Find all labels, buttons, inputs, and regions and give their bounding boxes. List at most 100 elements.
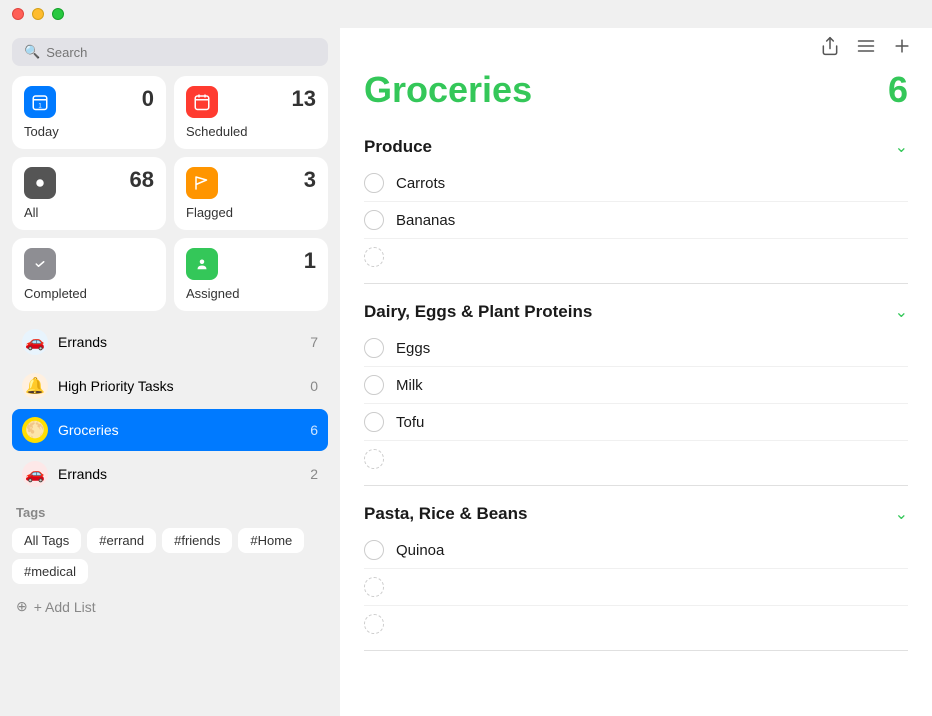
add-list-icon: ⊕ — [16, 598, 28, 615]
group-produce: Produce ⌄ Carrots Bananas — [364, 127, 908, 284]
pasta-empty2-checkbox[interactable] — [364, 614, 384, 634]
errands1-name: Errands — [58, 334, 300, 350]
tags-section: Tags All Tags #errand #friends #Home #me… — [12, 505, 328, 584]
page-item-count: 6 — [888, 69, 908, 111]
today-label: Today — [24, 124, 59, 139]
milk-label: Milk — [396, 377, 423, 394]
bananas-checkbox[interactable] — [364, 210, 384, 230]
task-tofu: Tofu — [364, 404, 908, 441]
today-count: 0 — [142, 86, 154, 112]
tag-errand[interactable]: #errand — [87, 528, 156, 553]
errands1-count: 7 — [310, 334, 318, 350]
groceries-icon: 🌕 — [22, 417, 48, 443]
quinoa-checkbox[interactable] — [364, 540, 384, 560]
groceries-name: Groceries — [58, 422, 300, 438]
all-label: All — [24, 205, 38, 220]
pasta-chevron-icon: ⌄ — [895, 504, 908, 524]
close-button[interactable] — [12, 8, 24, 20]
tofu-checkbox[interactable] — [364, 412, 384, 432]
all-count: 68 — [130, 167, 154, 193]
task-pasta-empty1 — [364, 569, 908, 606]
scheduled-label: Scheduled — [186, 124, 247, 139]
eggs-checkbox[interactable] — [364, 338, 384, 358]
groceries-count: 6 — [310, 422, 318, 438]
list-item-groceries[interactable]: 🌕 Groceries 6 — [12, 409, 328, 451]
smart-list-assigned[interactable]: 1 Assigned — [174, 238, 328, 311]
smart-list-flagged[interactable]: 3 Flagged — [174, 157, 328, 230]
minimize-button[interactable] — [32, 8, 44, 20]
pasta-empty1-checkbox[interactable] — [364, 577, 384, 597]
task-quinoa: Quinoa — [364, 532, 908, 569]
main-layout: 🔍 0 1 Today 13 Scheduled — [0, 28, 932, 716]
dairy-chevron-icon: ⌄ — [895, 302, 908, 322]
flagged-icon — [186, 167, 218, 199]
task-dairy-empty — [364, 441, 908, 477]
list-item-high-priority[interactable]: 🔔 High Priority Tasks 0 — [12, 365, 328, 407]
list-item-errands1[interactable]: 🚗 Errands 7 — [12, 321, 328, 363]
tag-friends[interactable]: #friends — [162, 528, 232, 553]
dairy-empty-checkbox[interactable] — [364, 449, 384, 469]
task-carrots: Carrots — [364, 165, 908, 202]
produce-chevron-icon: ⌄ — [895, 137, 908, 157]
scheduled-count: 13 — [292, 86, 316, 112]
tofu-label: Tofu — [396, 414, 424, 431]
carrots-checkbox[interactable] — [364, 173, 384, 193]
scheduled-icon — [186, 86, 218, 118]
eggs-label: Eggs — [396, 340, 430, 357]
smart-list-today[interactable]: 0 1 Today — [12, 76, 166, 149]
completed-icon — [24, 248, 56, 280]
quinoa-label: Quinoa — [396, 542, 444, 559]
task-eggs: Eggs — [364, 330, 908, 367]
maximize-button[interactable] — [52, 8, 64, 20]
group-dairy-title: Dairy, Eggs & Plant Proteins — [364, 302, 592, 322]
all-icon — [24, 167, 56, 199]
high-priority-name: High Priority Tasks — [58, 378, 300, 394]
add-task-icon[interactable] — [892, 36, 912, 61]
errands2-name: Errands — [58, 466, 300, 482]
assigned-count: 1 — [304, 248, 316, 274]
smart-list-completed[interactable]: Completed — [12, 238, 166, 311]
tag-home[interactable]: #Home — [238, 528, 304, 553]
title-bar — [0, 0, 932, 28]
tags-label: Tags — [12, 505, 328, 520]
add-list-button[interactable]: ⊕ + Add List — [12, 594, 328, 619]
carrots-label: Carrots — [396, 175, 445, 192]
assigned-label: Assigned — [186, 286, 239, 301]
smart-list-all[interactable]: 68 All — [12, 157, 166, 230]
toolbar — [340, 28, 932, 69]
high-priority-count: 0 — [310, 378, 318, 394]
flagged-count: 3 — [304, 167, 316, 193]
group-pasta-header[interactable]: Pasta, Rice & Beans ⌄ — [364, 494, 908, 532]
high-priority-icon: 🔔 — [22, 373, 48, 399]
tag-all-tags[interactable]: All Tags — [12, 528, 81, 553]
errands2-icon: 🚗 — [22, 461, 48, 487]
errands2-count: 2 — [310, 466, 318, 482]
task-bananas: Bananas — [364, 202, 908, 239]
smart-list-scheduled[interactable]: 13 Scheduled — [174, 76, 328, 149]
group-pasta-title: Pasta, Rice & Beans — [364, 504, 527, 524]
errands1-icon: 🚗 — [22, 329, 48, 355]
content-scroll: Groceries 6 Produce ⌄ Carrots Bananas — [340, 69, 932, 716]
smart-lists-grid: 0 1 Today 13 Scheduled 68 All — [12, 76, 328, 311]
group-dairy-header[interactable]: Dairy, Eggs & Plant Proteins ⌄ — [364, 292, 908, 330]
share-icon[interactable] — [820, 36, 840, 61]
content-area: Groceries 6 Produce ⌄ Carrots Bananas — [340, 28, 932, 716]
search-bar[interactable]: 🔍 — [12, 38, 328, 66]
assigned-icon — [186, 248, 218, 280]
list-view-icon[interactable] — [856, 36, 876, 61]
group-produce-title: Produce — [364, 137, 432, 157]
task-pasta-empty2 — [364, 606, 908, 642]
group-produce-header[interactable]: Produce ⌄ — [364, 127, 908, 165]
flagged-label: Flagged — [186, 205, 233, 220]
list-item-errands2[interactable]: 🚗 Errands 2 — [12, 453, 328, 495]
svg-text:1: 1 — [38, 103, 42, 109]
milk-checkbox[interactable] — [364, 375, 384, 395]
tag-medical[interactable]: #medical — [12, 559, 88, 584]
add-list-label: + Add List — [34, 599, 96, 615]
produce-empty-checkbox[interactable] — [364, 247, 384, 267]
task-produce-empty — [364, 239, 908, 275]
completed-label: Completed — [24, 286, 87, 301]
search-input[interactable] — [46, 45, 316, 60]
page-title: Groceries — [364, 69, 532, 111]
today-icon: 1 — [24, 86, 56, 118]
